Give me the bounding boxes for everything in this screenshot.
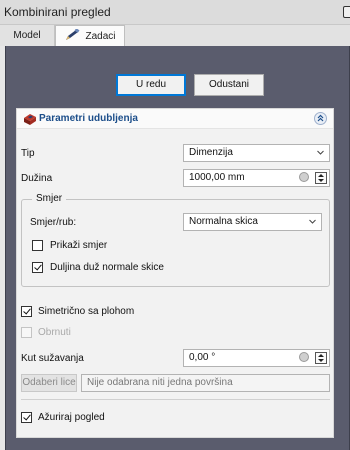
type-combobox[interactable]: Dimenzija: [183, 144, 330, 162]
expression-icon[interactable]: [299, 172, 309, 182]
chevron-down-icon: [317, 150, 324, 155]
symmetric-checkbox[interactable]: [21, 306, 32, 317]
along-normal-checkbox[interactable]: [32, 262, 43, 273]
pocket-feature-icon: [23, 112, 37, 126]
update-view-checkbox[interactable]: [21, 412, 32, 423]
type-value: Dimenzija: [189, 147, 233, 158]
tab-zadaci-label: Zadaci: [85, 31, 116, 42]
direction-group-title: Smjer: [32, 193, 67, 204]
tab-bar: Model Zadaci: [0, 25, 350, 47]
chevron-down-icon: [309, 219, 316, 224]
taper-angle-spinbox[interactable]: 0,00 °: [183, 349, 330, 367]
undock-button[interactable]: [343, 6, 350, 18]
ok-button[interactable]: U redu: [116, 74, 186, 96]
tab-model-label: Model: [13, 30, 41, 41]
reversed-label: Obrnuti: [38, 327, 71, 338]
along-normal-label: Duljina duž normale skice: [50, 262, 164, 273]
length-value: 1000,00 mm: [189, 172, 245, 183]
length-label: Dužina: [21, 173, 53, 184]
type-label: Tip: [21, 148, 35, 159]
direction-edge-value: Normalna skica: [189, 216, 258, 227]
select-face-button[interactable]: Odaberi lice: [21, 374, 77, 392]
symmetric-label: Simetrično sa plohom: [38, 306, 135, 317]
expression-icon[interactable]: [299, 352, 309, 362]
selected-face-field[interactable]: Nije odabrana niti jedna površina: [81, 374, 330, 392]
panel-title: Parametri udubljenja: [39, 113, 138, 124]
selected-face-value: Nije odabrana niti jedna površina: [87, 377, 233, 388]
spin-arrows[interactable]: [315, 172, 327, 184]
window-title: Kombinirani pregled: [4, 5, 111, 19]
direction-edge-combobox[interactable]: Normalna skica: [183, 213, 322, 231]
divider: [21, 399, 330, 400]
direction-edge-label: Smjer/rub:: [30, 217, 77, 228]
panel-header: Parametri udubljenja: [17, 109, 333, 129]
direction-group: Smjer Smjer/rub: Normalna skica Prikaži …: [21, 193, 330, 287]
double-chevron-up-icon: [317, 114, 324, 122]
cancel-button[interactable]: Odustani: [194, 74, 264, 96]
reversed-checkbox[interactable]: [21, 327, 32, 338]
tab-model[interactable]: Model: [0, 25, 55, 46]
taper-angle-value: 0,00 °: [189, 352, 216, 363]
tasks-panel: U redu Odustani Parametri udubljenja Tip: [5, 46, 350, 450]
pencil-icon: [64, 29, 80, 41]
show-direction-label: Prikaži smjer: [50, 240, 108, 251]
tab-zadaci[interactable]: Zadaci: [55, 25, 125, 47]
collapse-button[interactable]: [314, 112, 327, 125]
window-titlebar: Kombinirani pregled: [0, 0, 350, 25]
show-direction-checkbox[interactable]: [32, 240, 43, 251]
pocket-parameters-panel: Parametri udubljenja Tip Dimenzija Dužin…: [16, 108, 334, 438]
update-view-label: Ažuriraj pogled: [38, 412, 105, 423]
taper-angle-label: Kut sužavanja: [21, 353, 84, 364]
length-spinbox[interactable]: 1000,00 mm: [183, 169, 330, 187]
spin-arrows[interactable]: [315, 352, 327, 364]
